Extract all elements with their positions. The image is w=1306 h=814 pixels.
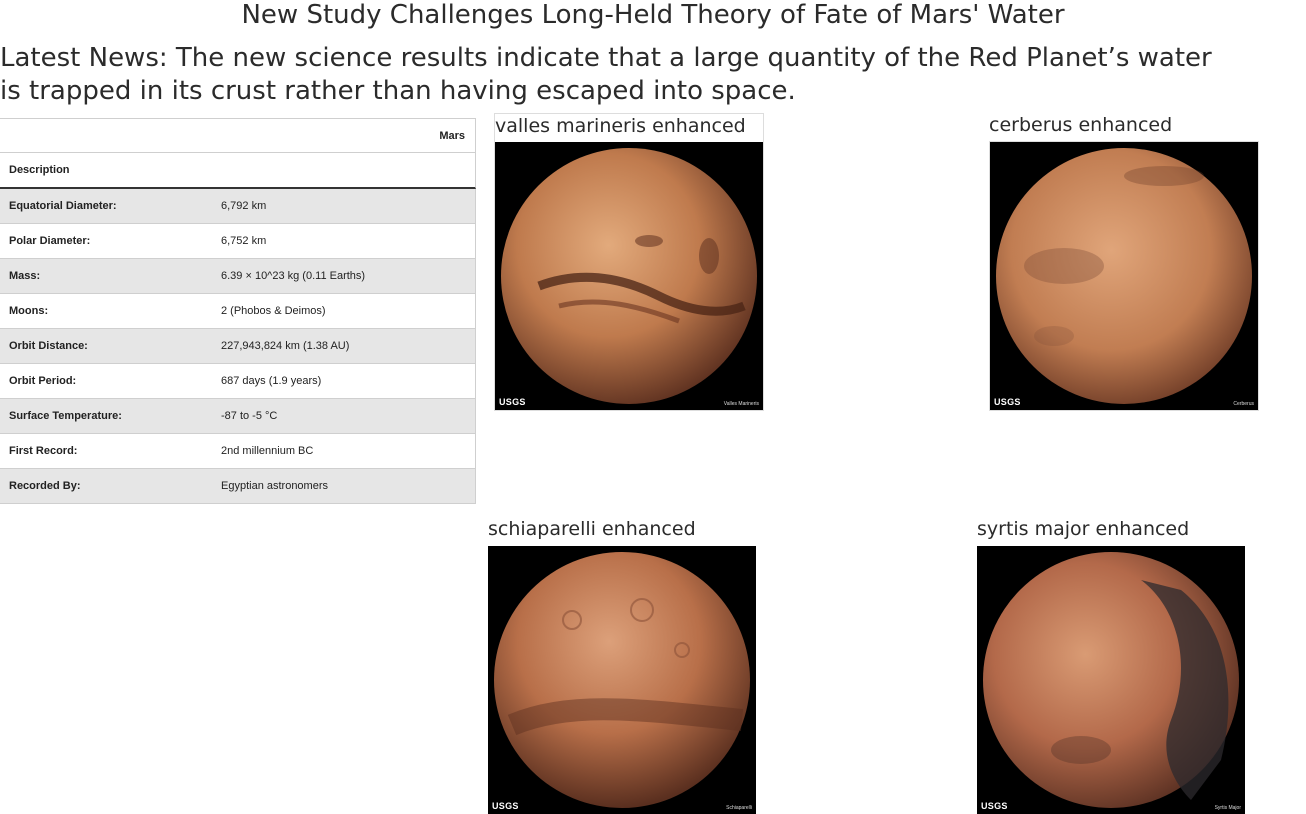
- table-row: Mass: 6.39 × 10^23 kg (0.11 Earths): [0, 259, 476, 294]
- fact-label: Equatorial Diameter:: [9, 200, 117, 212]
- mars-globe-image: [983, 552, 1239, 808]
- facts-description-header: Description: [9, 164, 70, 176]
- usgs-logo: USGS: [499, 397, 526, 407]
- fact-value: 2 (Phobos & Deimos): [221, 305, 326, 317]
- table-row: Equatorial Diameter: 6,792 km: [0, 189, 476, 224]
- table-row: Polar Diameter: 6,752 km: [0, 224, 476, 259]
- mars-globe-image: [501, 148, 757, 404]
- news-title: New Study Challenges Long-Held Theory of…: [241, 0, 1065, 30]
- fact-label: Surface Temperature:: [9, 410, 122, 422]
- table-row: Surface Temperature: -87 to -5 °C: [0, 399, 476, 434]
- fact-value: Egyptian astronomers: [221, 480, 328, 492]
- image-credit: Schiaparelli: [726, 805, 752, 811]
- table-row: Orbit Distance: 227,943,824 km (1.38 AU): [0, 329, 476, 364]
- fact-value: 227,943,824 km (1.38 AU): [221, 340, 350, 352]
- image-credit: Cerberus: [1233, 401, 1254, 407]
- table-row: Moons: 2 (Phobos & Deimos): [0, 294, 476, 329]
- hemisphere-title[interactable]: cerberus enhanced: [989, 113, 1259, 137]
- table-row: Recorded By: Egyptian astronomers: [0, 469, 476, 504]
- fact-value: 2nd millennium BC: [221, 445, 314, 457]
- mars-globe-image: [494, 552, 750, 808]
- fact-label: Orbit Period:: [9, 375, 77, 387]
- facts-header-row: Mars: [0, 118, 476, 153]
- fact-label: Recorded By:: [9, 480, 81, 492]
- mars-facts-table: Mars Description Equatorial Diameter: 6,…: [0, 118, 476, 504]
- hemisphere-title[interactable]: schiaparelli enhanced: [488, 517, 756, 541]
- usgs-logo: USGS: [981, 801, 1008, 811]
- hemisphere-card-schiaparelli[interactable]: schiaparelli enhanced USGS Schiaparelli: [488, 517, 756, 814]
- hemisphere-card-cerberus[interactable]: cerberus enhanced USGS Cerberus: [989, 113, 1259, 411]
- usgs-logo: USGS: [994, 397, 1021, 407]
- image-credit: Valles Marineris: [723, 401, 759, 407]
- table-row: Orbit Period: 687 days (1.9 years): [0, 364, 476, 399]
- hemisphere-image[interactable]: USGS Schiaparelli: [488, 546, 756, 814]
- hemisphere-card-syrtis-major[interactable]: syrtis major enhanced USGS Syrtis Major: [977, 517, 1245, 814]
- fact-value: 6,792 km: [221, 200, 267, 212]
- fact-label: Orbit Distance:: [9, 340, 88, 352]
- facts-planet-header: Mars: [439, 130, 465, 142]
- fact-label: Mass:: [9, 270, 41, 282]
- fact-value: 687 days (1.9 years): [221, 375, 322, 387]
- fact-value: 6,752 km: [221, 235, 267, 247]
- fact-value: 6.39 × 10^23 kg (0.11 Earths): [221, 270, 366, 282]
- image-credit: Syrtis Major: [1214, 805, 1241, 811]
- hemisphere-title[interactable]: valles marineris enhanced: [495, 114, 763, 138]
- hemisphere-card-valles-marineris[interactable]: valles marineris enhanced USGS Valles Ma…: [494, 113, 764, 411]
- facts-description-row: Description: [0, 153, 476, 189]
- news-paragraph: Latest News: The new science results ind…: [0, 43, 1212, 106]
- hemisphere-image[interactable]: USGS Syrtis Major: [977, 546, 1245, 814]
- fact-label: Polar Diameter:: [9, 235, 91, 247]
- fact-label: Moons:: [9, 305, 49, 317]
- hemisphere-title[interactable]: syrtis major enhanced: [977, 517, 1245, 541]
- mars-globe-image: [996, 148, 1252, 404]
- fact-value: -87 to -5 °C: [221, 410, 278, 422]
- table-row: First Record: 2nd millennium BC: [0, 434, 476, 469]
- fact-label: First Record:: [9, 445, 78, 457]
- hemisphere-image[interactable]: USGS Valles Marineris: [495, 142, 763, 410]
- hemisphere-image[interactable]: USGS Cerberus: [989, 141, 1259, 411]
- usgs-logo: USGS: [492, 801, 519, 811]
